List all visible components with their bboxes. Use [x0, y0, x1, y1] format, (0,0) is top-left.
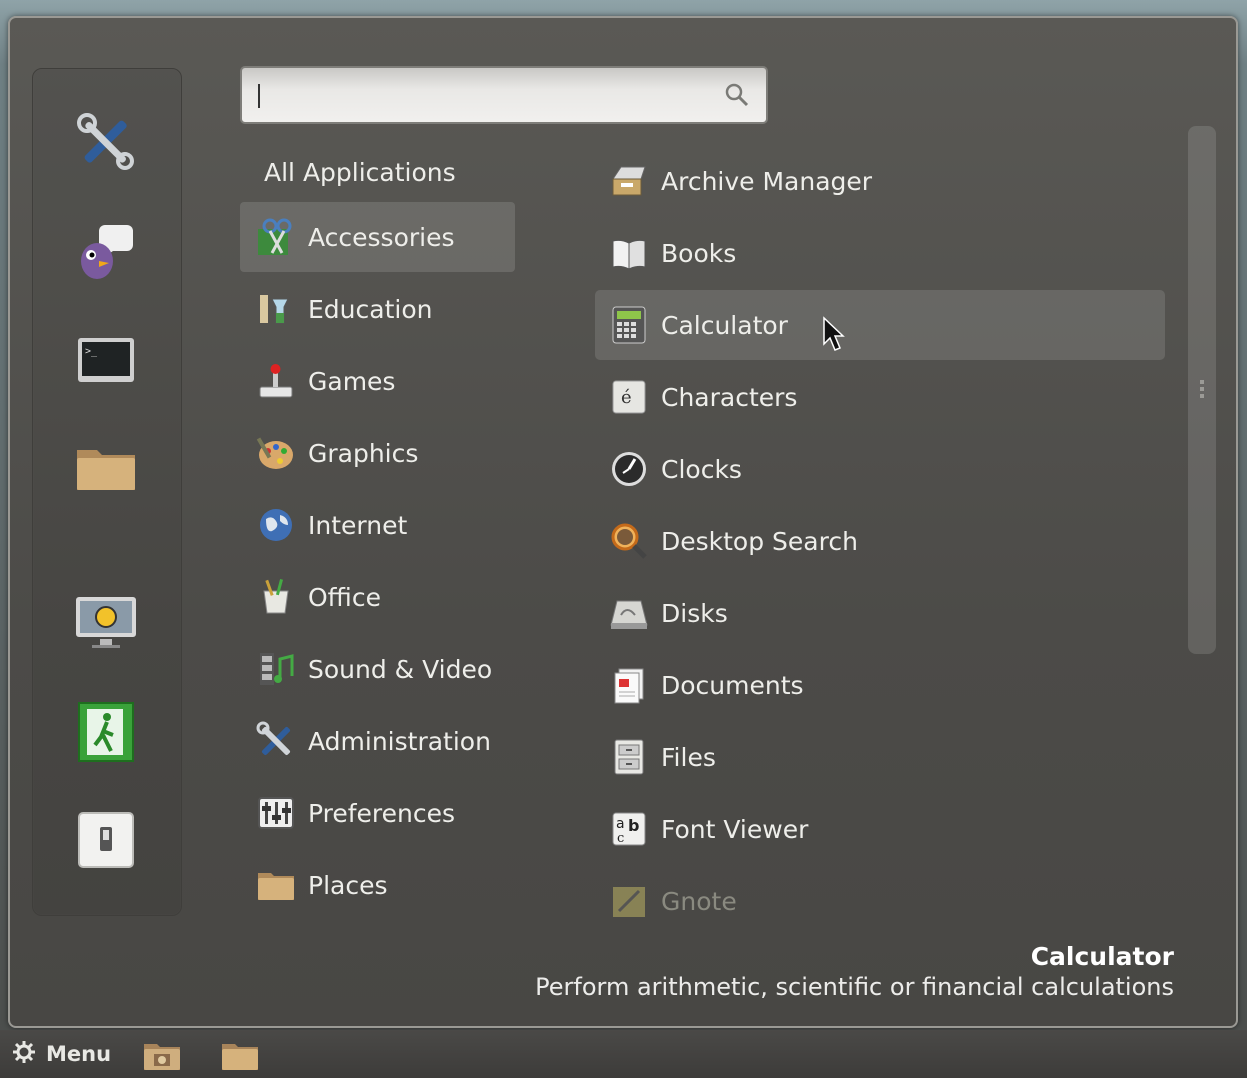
- category-internet[interactable]: Internet: [240, 490, 515, 560]
- app-label: Disks: [661, 598, 728, 628]
- books-icon: [607, 231, 651, 275]
- logout-icon[interactable]: [73, 699, 139, 765]
- education-icon: [254, 287, 298, 331]
- font-viewer-icon: abc: [607, 807, 651, 851]
- gnote-icon: [607, 879, 651, 923]
- app-label: Desktop Search: [661, 526, 858, 556]
- category-graphics[interactable]: Graphics: [240, 418, 515, 488]
- app-disks[interactable]: Disks: [595, 578, 1165, 648]
- gear-icon: [12, 1040, 36, 1068]
- characters-icon: é: [607, 375, 651, 419]
- app-label: Documents: [661, 670, 804, 700]
- favorites-panel: >_: [32, 68, 182, 916]
- app-label: Files: [661, 742, 716, 772]
- category-education[interactable]: Education: [240, 274, 515, 344]
- svg-text:c: c: [617, 831, 624, 846]
- archive-manager-icon: [607, 159, 651, 203]
- svg-text:a: a: [616, 816, 625, 832]
- application-menu: >_ All Applications Accessories Educatio…: [8, 16, 1238, 1028]
- games-icon: [254, 359, 298, 403]
- app-clocks[interactable]: Clocks: [595, 434, 1165, 504]
- svg-text:é: é: [621, 387, 632, 408]
- app-gnote[interactable]: Gnote: [595, 866, 1165, 936]
- app-label: Archive Manager: [661, 166, 873, 196]
- all-applications-category[interactable]: All Applications: [264, 158, 456, 187]
- calculator-icon: [607, 303, 651, 347]
- app-files[interactable]: Files: [595, 722, 1165, 792]
- category-sound-video[interactable]: Sound & Video: [240, 634, 515, 704]
- administration-icon: [254, 719, 298, 763]
- search-box[interactable]: [240, 66, 768, 124]
- selected-app-description: Perform arithmetic, scientific or financ…: [535, 973, 1174, 1001]
- category-label: Internet: [308, 510, 408, 540]
- category-administration[interactable]: Administration: [240, 706, 515, 776]
- shutdown-icon[interactable]: [73, 807, 139, 873]
- app-archive-manager[interactable]: Archive Manager: [595, 146, 1165, 216]
- category-label: Places: [308, 870, 388, 900]
- app-label: Clocks: [661, 454, 742, 484]
- clocks-icon: [607, 447, 651, 491]
- category-label: Sound & Video: [308, 654, 493, 684]
- search-input[interactable]: [252, 78, 716, 114]
- places-folder-icon: [254, 863, 298, 907]
- category-places[interactable]: Places: [240, 850, 515, 920]
- office-icon: [254, 575, 298, 619]
- category-label: Administration: [308, 726, 491, 756]
- category-label: Preferences: [308, 798, 456, 828]
- terminal-icon[interactable]: >_: [73, 327, 139, 393]
- photos-folder-launcher-icon[interactable]: [142, 1040, 182, 1076]
- app-documents[interactable]: Documents: [595, 650, 1165, 720]
- selected-app-title: Calculator: [1030, 942, 1174, 971]
- pidgin-chat-icon[interactable]: [73, 219, 139, 285]
- menu-label: Menu: [46, 1042, 112, 1066]
- mouse-cursor-icon: [822, 316, 846, 356]
- menu-button[interactable]: Menu: [12, 1038, 111, 1070]
- documents-icon: [607, 663, 651, 707]
- scrollbar-grip[interactable]: [1200, 380, 1204, 401]
- app-label: Font Viewer: [661, 814, 809, 844]
- category-label: Graphics: [308, 438, 419, 468]
- files-icon: [607, 735, 651, 779]
- graphics-icon: [254, 431, 298, 475]
- app-desktop-search[interactable]: Desktop Search: [595, 506, 1165, 576]
- app-label: Calculator: [661, 310, 788, 340]
- lock-screen-icon[interactable]: [73, 589, 139, 655]
- category-games[interactable]: Games: [240, 346, 515, 416]
- svg-text:b: b: [628, 816, 639, 835]
- category-label: Office: [308, 582, 381, 612]
- search-icon: [724, 82, 750, 112]
- category-preferences[interactable]: Preferences: [240, 778, 515, 848]
- accessories-icon: [254, 215, 298, 259]
- app-label: Books: [661, 238, 737, 268]
- category-label: Accessories: [308, 222, 455, 252]
- category-label: Education: [308, 294, 433, 324]
- app-books[interactable]: Books: [595, 218, 1165, 288]
- category-accessories[interactable]: Accessories: [240, 202, 515, 272]
- svg-text:>_: >_: [85, 346, 98, 357]
- app-label: Characters: [661, 382, 798, 412]
- taskbar: Menu: [0, 1030, 1247, 1078]
- category-office[interactable]: Office: [240, 562, 515, 632]
- system-settings-icon[interactable]: [73, 109, 139, 175]
- category-label: Games: [308, 366, 396, 396]
- folder-launcher-icon[interactable]: [220, 1040, 260, 1076]
- sound-video-icon: [254, 647, 298, 691]
- folder-icon[interactable]: [73, 435, 139, 501]
- app-calculator[interactable]: Calculator: [595, 290, 1165, 360]
- internet-icon: [254, 503, 298, 547]
- app-characters[interactable]: é Characters: [595, 362, 1165, 432]
- app-label: Gnote: [661, 886, 737, 916]
- disks-icon: [607, 591, 651, 635]
- app-font-viewer[interactable]: abc Font Viewer: [595, 794, 1165, 864]
- desktop-search-icon: [607, 519, 651, 563]
- text-caret: [258, 84, 260, 108]
- preferences-icon: [254, 791, 298, 835]
